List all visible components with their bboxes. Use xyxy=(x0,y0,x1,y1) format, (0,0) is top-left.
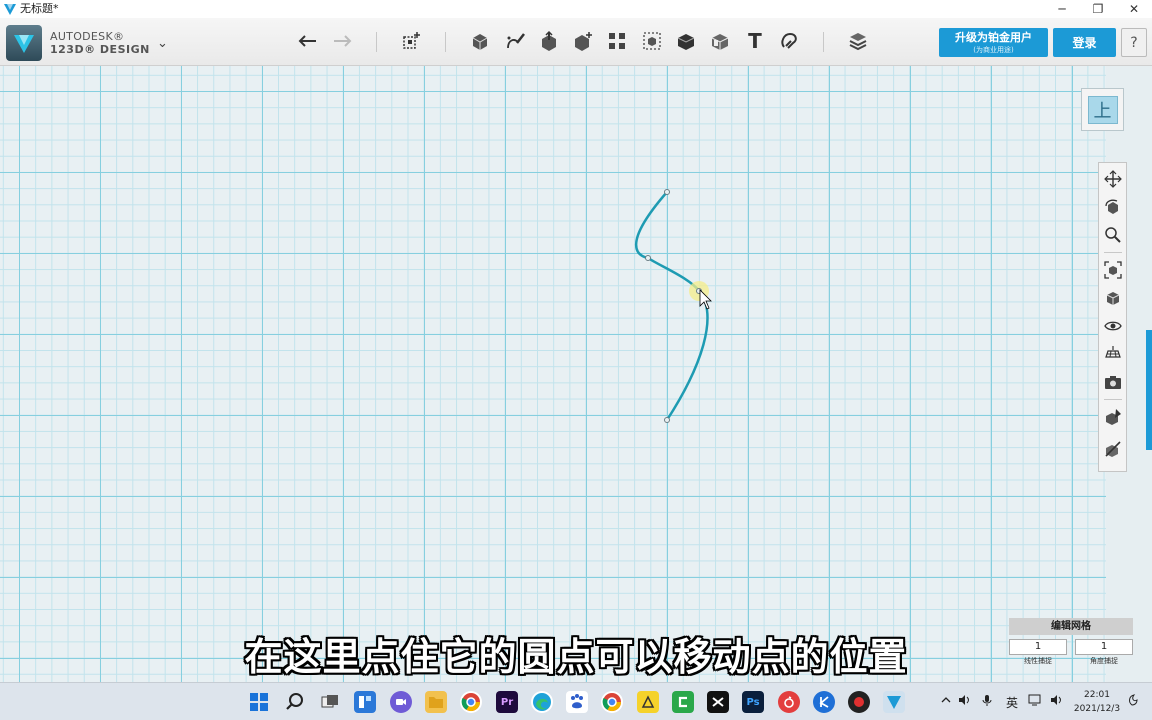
spline-point xyxy=(645,255,651,261)
grid-canvas[interactable] xyxy=(0,66,1106,682)
chrome2-icon[interactable] xyxy=(601,691,623,713)
help-button[interactable]: ? xyxy=(1121,28,1147,57)
speaker-icon[interactable] xyxy=(1050,694,1064,709)
pan-icon[interactable] xyxy=(1102,168,1124,190)
camtasia-icon[interactable] xyxy=(672,691,694,713)
microphone-icon[interactable] xyxy=(982,694,992,710)
chrome-icon[interactable] xyxy=(460,691,482,713)
login-button[interactable]: 登录 xyxy=(1053,28,1116,57)
sketch-icon[interactable] xyxy=(501,27,529,55)
maximize-button[interactable]: ❐ xyxy=(1080,0,1116,18)
nav-separator xyxy=(1104,399,1122,400)
start-icon[interactable] xyxy=(248,691,270,713)
brand[interactable]: AUTODESK® 123D® DESIGN xyxy=(6,25,150,61)
ime-indicator[interactable]: 英 xyxy=(1006,694,1018,711)
network-icon[interactable] xyxy=(1028,694,1042,709)
baidu-icon[interactable] xyxy=(566,691,588,713)
modify-icon[interactable] xyxy=(569,27,597,55)
capcut-icon[interactable] xyxy=(707,691,729,713)
measure-icon[interactable] xyxy=(706,27,734,55)
notification-icon[interactable] xyxy=(1126,694,1138,709)
snap-tool-icon[interactable] xyxy=(1102,438,1124,460)
chat-icon[interactable] xyxy=(390,691,412,713)
spline-curve xyxy=(635,191,709,421)
brand-line2: 123D® DESIGN xyxy=(50,43,150,56)
video-subtitle: 在这里点住它的圆点可以移动点的位置 xyxy=(244,635,908,679)
primitives-icon[interactable] xyxy=(466,27,494,55)
app-toolbar: AUTODESK® 123D® DESIGN ⌄ T 升级为铂金用户 (为商业用… xyxy=(0,18,1152,66)
toolbar-separator xyxy=(376,32,377,52)
windows-taskbar: Pr Ps 英 22:01 2021/12/3 xyxy=(0,682,1152,720)
explorer-icon[interactable] xyxy=(425,691,447,713)
upgrade-label: 升级为铂金用户 xyxy=(955,31,1032,44)
netease-icon[interactable] xyxy=(778,691,800,713)
upgrade-sublabel: (为商业用途) xyxy=(973,46,1014,54)
123d-logo-icon xyxy=(6,25,42,61)
tray-chevron-icon[interactable] xyxy=(940,694,952,709)
views-icon[interactable] xyxy=(1102,287,1124,309)
nav-separator xyxy=(1104,252,1122,253)
side-panel-toggle[interactable] xyxy=(1146,330,1152,450)
volume-icon[interactable] xyxy=(958,694,972,709)
app-window: 无标题* ─ ❐ ✕ AUTODESK® 123D® DESIGN ⌄ T 升级… xyxy=(0,0,1152,720)
record-icon[interactable] xyxy=(848,691,870,713)
clock-date: 2021/12/3 xyxy=(1073,704,1121,714)
transform-icon[interactable] xyxy=(397,27,425,55)
photoshop-icon[interactable]: Ps xyxy=(742,691,764,713)
fit-icon[interactable] xyxy=(1102,259,1124,281)
minimize-button[interactable]: ─ xyxy=(1044,0,1080,18)
app-icon[interactable] xyxy=(637,691,659,713)
123d-icon[interactable] xyxy=(883,691,905,713)
material-icon[interactable] xyxy=(844,27,872,55)
window-titlebar: 无标题* ─ ❐ ✕ xyxy=(0,0,1152,18)
view-cube-top-face[interactable]: 上 xyxy=(1087,95,1118,124)
system-clock[interactable]: 22:01 2021/12/3 xyxy=(1072,688,1122,716)
clock-time: 22:01 xyxy=(1084,690,1110,700)
undo-icon[interactable] xyxy=(294,27,322,55)
text-icon[interactable]: T xyxy=(741,27,769,55)
widgets-icon[interactable] xyxy=(354,691,376,713)
k-icon[interactable] xyxy=(813,691,835,713)
sketch-curve[interactable] xyxy=(0,66,1106,682)
task-view-icon[interactable] xyxy=(319,691,341,713)
brand-line1: AUTODESK® xyxy=(50,30,125,43)
material-tool-icon[interactable] xyxy=(1102,406,1124,428)
navigation-bar xyxy=(1098,162,1127,472)
camera-icon[interactable] xyxy=(1102,371,1124,393)
toolbar-separator xyxy=(445,32,446,52)
orbit-icon[interactable] xyxy=(1102,196,1124,218)
spline-point xyxy=(664,189,670,195)
snap-icon[interactable] xyxy=(775,27,803,55)
grid-icon[interactable] xyxy=(1102,343,1124,365)
combine-icon[interactable] xyxy=(672,27,700,55)
chevron-down-icon[interactable]: ⌄ xyxy=(157,36,168,51)
toolbar-separator xyxy=(823,32,824,52)
upgrade-button[interactable]: 升级为铂金用户 (为商业用途) xyxy=(939,28,1048,57)
search-icon[interactable] xyxy=(284,691,306,713)
spline-point xyxy=(664,417,670,423)
visibility-icon[interactable] xyxy=(1102,315,1124,337)
construct-icon[interactable] xyxy=(535,27,563,55)
edge-icon[interactable] xyxy=(531,691,553,713)
group-icon[interactable] xyxy=(638,27,666,55)
premiere-icon[interactable]: Pr xyxy=(496,691,518,713)
close-button[interactable]: ✕ xyxy=(1116,0,1152,18)
redo-icon[interactable] xyxy=(328,27,356,55)
window-title: 无标题* xyxy=(20,2,59,15)
view-cube[interactable]: 上 xyxy=(1081,88,1124,131)
pattern-icon[interactable] xyxy=(603,27,631,55)
zoom-icon[interactable] xyxy=(1102,224,1124,246)
app-logo-icon xyxy=(4,4,16,15)
